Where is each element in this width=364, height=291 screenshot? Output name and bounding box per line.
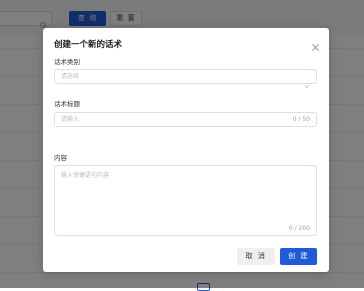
close-icon[interactable] [311,37,320,51]
title-placeholder: 请输入 [61,116,80,123]
title-char-counter: 0 / 50 [292,116,310,123]
title-input[interactable]: 请输入 0 / 50 [54,112,317,127]
content-char-counter: 0 / 200 [288,225,310,232]
dialog-title: 创建一个新的话术 [54,40,123,50]
content-placeholder: 输入快捷语句内容 [61,172,110,179]
category-select[interactable]: 请选择 [54,69,317,89]
title-label: 话术标题 [54,100,80,108]
category-placeholder: 请选择 [61,73,80,80]
create-button[interactable]: 创 建 [280,248,317,265]
category-label: 话术类别 [54,58,80,66]
content-textarea[interactable]: 输入快捷语句内容 0 / 200 [54,165,317,236]
create-script-dialog: 创建一个新的话术 话术类别 请选择 话术标题 请输入 0 / 50 内容 输入快… [43,28,329,272]
chevron-down-icon [304,74,310,89]
content-label: 内容 [54,154,67,162]
cancel-button[interactable]: 取 消 [237,248,275,265]
